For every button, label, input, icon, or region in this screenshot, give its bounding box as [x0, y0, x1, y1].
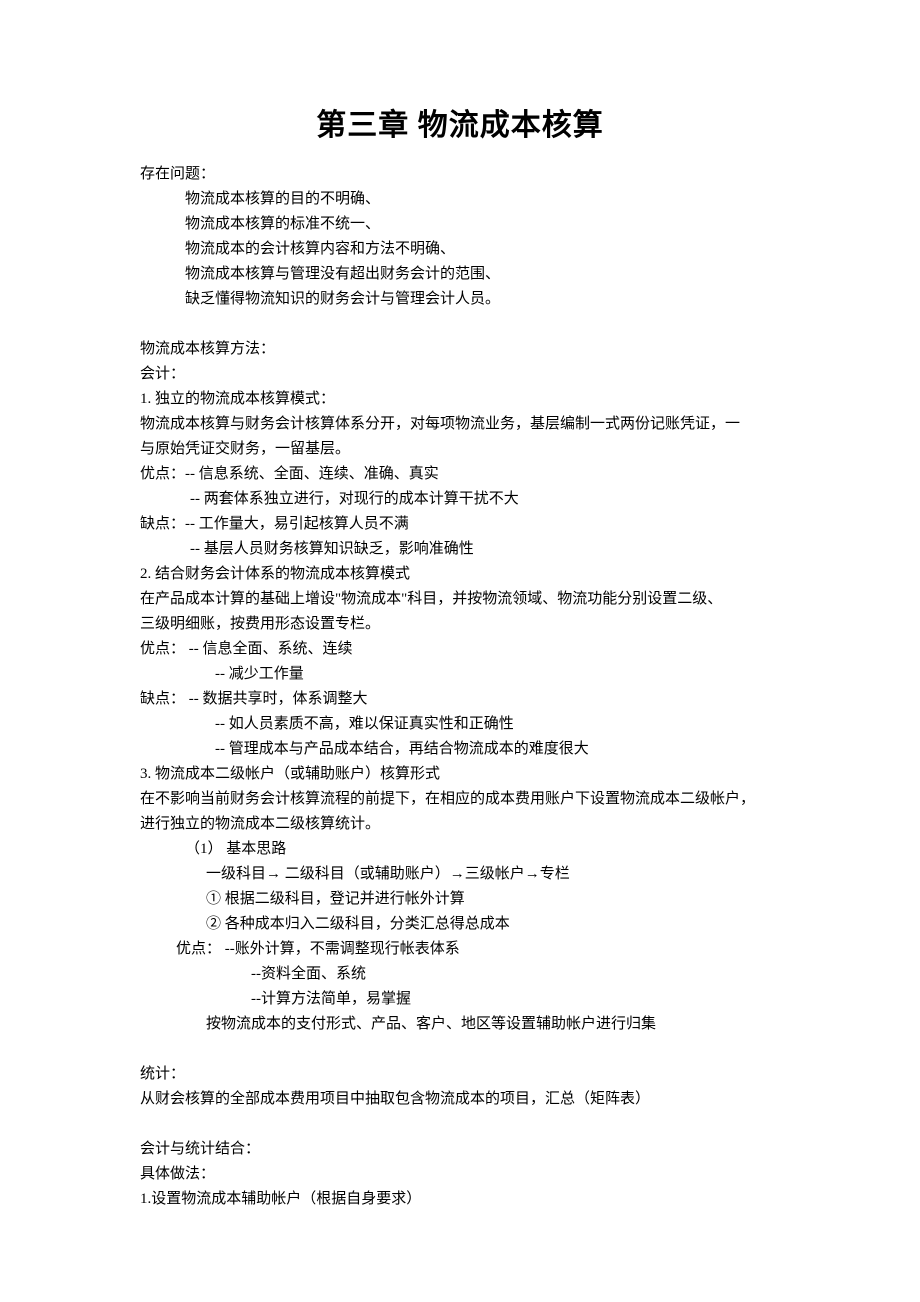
- method-2-advantage: -- 减少工作量: [140, 662, 780, 687]
- method-3-step: ② 各种成本归入二级科目，分类汇总得总成本: [140, 912, 780, 937]
- chapter-title: 第三章 物流成本核算: [140, 100, 780, 144]
- method-1-disadvantage: -- 基层人员财务核算知识缺乏，影响准确性: [140, 537, 780, 562]
- problem-item: 物流成本核算的标准不统一、: [140, 212, 780, 237]
- method-3-note: 按物流成本的支付形式、产品、客户、地区等设置辅助帐户进行归集: [140, 1012, 780, 1037]
- method-2-desc: 在产品成本计算的基础上增设"物流成本"科目，并按物流领域、物流功能分别设置二级、: [140, 587, 780, 612]
- problem-item: 缺乏懂得物流知识的财务会计与管理会计人员。: [140, 287, 780, 312]
- method-3-advantage: --计算方法简单，易掌握: [140, 987, 780, 1012]
- method-2-disadvantage: -- 管理成本与产品成本结合，再结合物流成本的难度很大: [140, 737, 780, 762]
- method-1-disadvantage: 缺点：-- 工作量大，易引起核算人员不满: [140, 512, 780, 537]
- method-3-step: 一级科目→ 二级科目（或辅助账户）→三级帐户→专栏: [140, 862, 780, 887]
- method-1-desc: 物流成本核算与财务会计核算体系分开，对每项物流业务，基层编制一式两份记账凭证，一: [140, 412, 780, 437]
- combo-sub: 具体做法：: [140, 1162, 780, 1187]
- method-1-title: 1. 独立的物流成本核算模式：: [140, 387, 780, 412]
- method-3-step: （1） 基本思路: [140, 837, 780, 862]
- statistics-desc: 从财会核算的全部成本费用项目中抽取包含物流成本的项目，汇总（矩阵表）: [140, 1087, 780, 1112]
- method-2-advantage: 优点： -- 信息全面、系统、连续: [140, 637, 780, 662]
- method-2-title: 2. 结合财务会计体系的物流成本核算模式: [140, 562, 780, 587]
- method-3-title: 3. 物流成本二级帐户（或辅助账户）核算形式: [140, 762, 780, 787]
- method-2-disadvantage: -- 如人员素质不高，难以保证真实性和正确性: [140, 712, 780, 737]
- method-3-advantage: 优点： --账外计算，不需调整现行帐表体系: [140, 937, 780, 962]
- problem-item: 物流成本核算的目的不明确、: [140, 187, 780, 212]
- method-2-disadvantage: 缺点： -- 数据共享时，体系调整大: [140, 687, 780, 712]
- method-1-desc: 与原始凭证交财务，一留基层。: [140, 437, 780, 462]
- method-3-desc: 进行独立的物流成本二级核算统计。: [140, 812, 780, 837]
- method-1-advantage: 优点：-- 信息系统、全面、连续、准确、真实: [140, 462, 780, 487]
- method-3-desc: 在不影响当前财务会计核算流程的前提下，在相应的成本费用账户下设置物流成本二级帐户…: [140, 787, 780, 812]
- statistics-heading: 统计：: [140, 1062, 780, 1087]
- problem-item: 物流成本的会计核算内容和方法不明确、: [140, 237, 780, 262]
- accounting-heading: 会计：: [140, 362, 780, 387]
- problems-heading: 存在问题：: [140, 162, 780, 187]
- method-1-advantage: -- 两套体系独立进行，对现行的成本计算干扰不大: [140, 487, 780, 512]
- combo-heading: 会计与统计结合：: [140, 1137, 780, 1162]
- method-3-step: ① 根据二级科目，登记并进行帐外计算: [140, 887, 780, 912]
- method-3-advantage: --资料全面、系统: [140, 962, 780, 987]
- method-2-desc: 三级明细账，按费用形态设置专栏。: [140, 612, 780, 637]
- methods-heading: 物流成本核算方法：: [140, 337, 780, 362]
- problem-item: 物流成本核算与管理没有超出财务会计的范围、: [140, 262, 780, 287]
- combo-item: 1.设置物流成本辅助帐户（根据自身要求）: [140, 1187, 780, 1212]
